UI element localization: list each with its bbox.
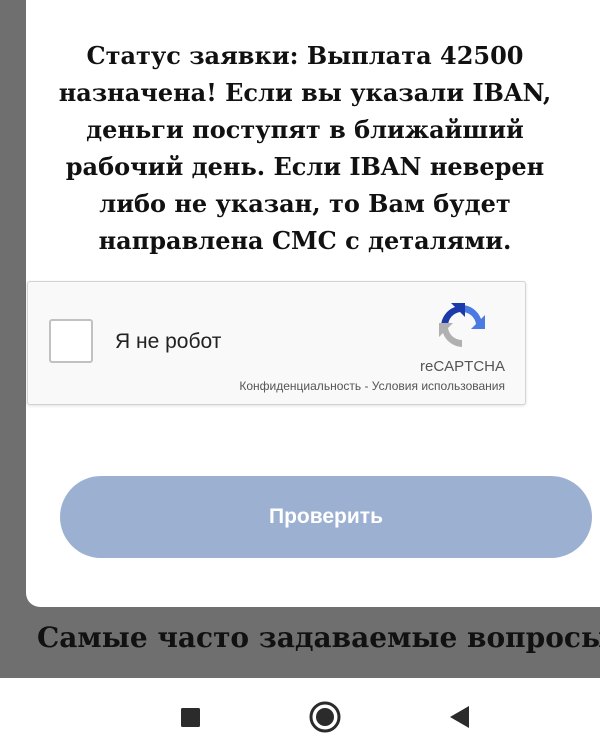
recaptcha-checkbox-label[interactable]: Я не робот [115, 330, 221, 354]
page-screen: Статус заявки: Выплата 42500 назначена! … [0, 0, 600, 678]
back-triangle-icon[interactable] [445, 702, 475, 732]
android-nav-bar [0, 678, 600, 755]
privacy-link[interactable]: Конфиденциальность [239, 379, 361, 393]
home-circle-icon[interactable] [308, 700, 342, 734]
recaptcha-brand: reCAPTCHA [419, 358, 505, 375]
status-message: Статус заявки: Выплата 42500 назначена! … [58, 41, 552, 255]
recents-square-icon[interactable] [175, 702, 205, 732]
recaptcha-links: Конфиденциальность - Условия использован… [239, 379, 505, 393]
links-separator: - [361, 379, 372, 393]
recaptcha-logo-icon [435, 299, 489, 353]
check-button[interactable]: Проверить [60, 476, 592, 558]
recaptcha-widget: Я не робот reCAPTCHA Конфиденциальность … [27, 281, 526, 405]
terms-link[interactable]: Условия использования [372, 379, 505, 393]
faq-heading: Самые часто задаваемые вопросы [37, 621, 600, 654]
recaptcha-checkbox[interactable] [49, 319, 93, 363]
